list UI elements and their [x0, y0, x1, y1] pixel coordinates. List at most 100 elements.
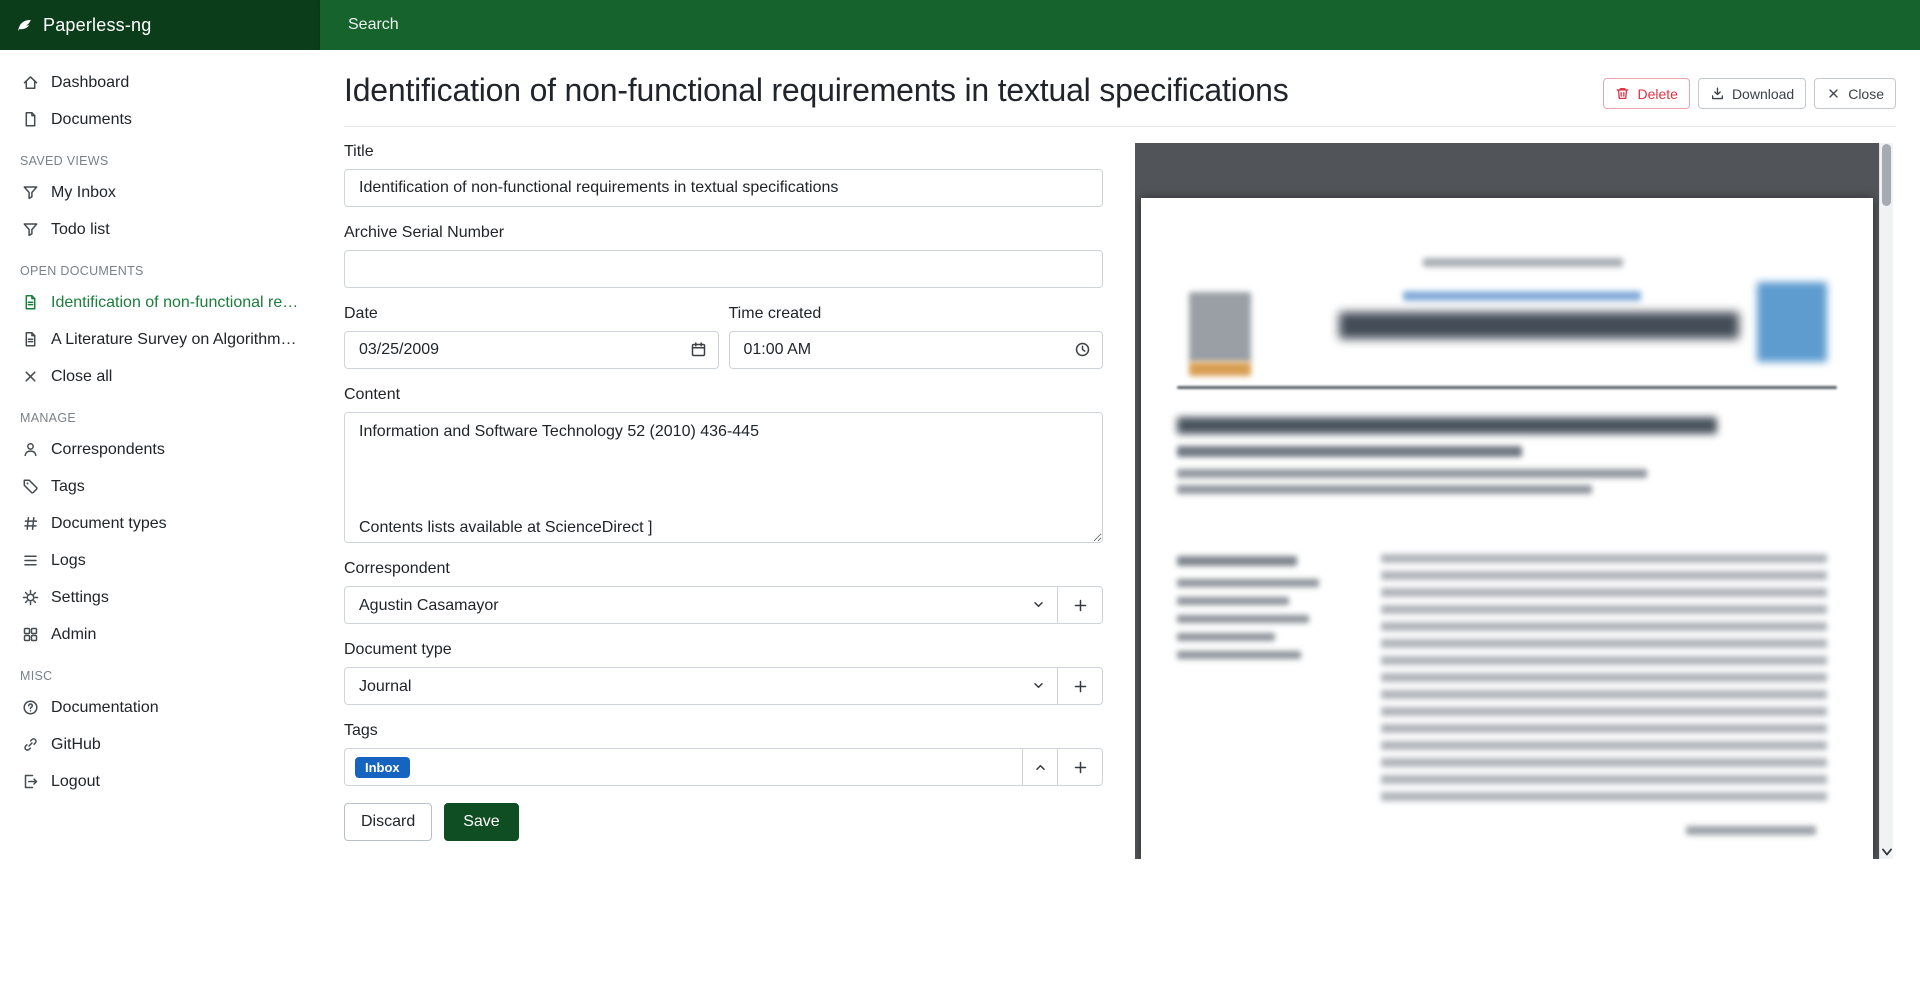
sidebar-item-label: Document types	[51, 512, 167, 535]
sidebar-item-label: Admin	[51, 623, 96, 646]
document-body: Title Archive Serial Number Date	[320, 127, 1920, 865]
sidebar-item-close-all[interactable]: Close all	[0, 358, 320, 395]
tags-collapse-button[interactable]	[1022, 748, 1058, 786]
delete-button[interactable]: Delete	[1603, 78, 1689, 109]
home-icon	[22, 74, 39, 91]
calendar-icon[interactable]	[690, 341, 707, 358]
archive-serial-number-field: Archive Serial Number	[344, 224, 1103, 288]
add-document-type-button[interactable]	[1057, 667, 1103, 705]
add-tag-button[interactable]	[1057, 748, 1103, 786]
chevron-down-icon	[1882, 848, 1892, 856]
blurred-article-info-line	[1177, 579, 1319, 587]
sidebar-item-label: A Literature Survey on Algorithms for Mu…	[51, 328, 304, 351]
download-icon	[1710, 86, 1725, 101]
sidebar-item-todo-list[interactable]: Todo list	[0, 211, 320, 248]
archive-serial-number-input[interactable]	[344, 250, 1103, 288]
time-created-input[interactable]	[729, 331, 1104, 369]
sidebar-item-documentation[interactable]: Documentation	[0, 689, 320, 726]
blurred-journal-masthead	[1339, 312, 1739, 339]
blurred-article-info-line	[1177, 651, 1301, 659]
sidebar-item-label: Todo list	[51, 218, 110, 241]
app-root: Paperless-ng Dashboard Documents SAVED V…	[0, 0, 1920, 981]
sidebar-item-label: Documentation	[51, 696, 159, 719]
sidebar-item-label: Logout	[51, 770, 100, 793]
sidebar-item-logout[interactable]: Logout	[0, 763, 320, 800]
tag-badge-inbox[interactable]: Inbox	[355, 757, 410, 778]
sidebar-item-logs[interactable]: Logs	[0, 542, 320, 579]
preview-scrollbar-thumb[interactable]	[1882, 144, 1891, 206]
document-preview	[1135, 143, 1893, 859]
close-button[interactable]: Close	[1814, 78, 1896, 109]
plus-icon	[1072, 759, 1089, 776]
sidebar-item-label: GitHub	[51, 733, 101, 756]
blurred-article-info-line	[1177, 597, 1289, 605]
sidebar-item-document-types[interactable]: Document types	[0, 505, 320, 542]
preview-scrollbar[interactable]	[1879, 143, 1893, 859]
brand[interactable]: Paperless-ng	[0, 0, 320, 50]
main-content: Identification of non-functional require…	[320, 50, 1920, 981]
sidebar-item-tags[interactable]: Tags	[0, 468, 320, 505]
document-type-label: Document type	[344, 641, 1103, 659]
funnel-icon	[22, 221, 39, 238]
download-button[interactable]: Download	[1698, 78, 1806, 109]
sidebar-section-manage: MANAGE	[0, 411, 320, 425]
sidebar-item-label: Tags	[51, 475, 85, 498]
time-created-field: Time created	[729, 305, 1104, 369]
sidebar-item-github[interactable]: GitHub	[0, 726, 320, 763]
date-label: Date	[344, 305, 719, 323]
plus-icon	[1072, 597, 1089, 614]
sidebar-item-my-inbox[interactable]: My Inbox	[0, 174, 320, 211]
document-edit-form: Title Archive Serial Number Date	[344, 143, 1103, 865]
blurred-article-info-line	[1177, 633, 1275, 641]
pdf-viewer[interactable]	[1135, 143, 1879, 859]
sidebar-item-settings[interactable]: Settings	[0, 579, 320, 616]
document-type-select[interactable]: Journal	[344, 667, 1058, 705]
blurred-paper-title	[1177, 417, 1717, 434]
blurred-publisher-logo-accent	[1189, 362, 1251, 376]
list-icon	[22, 552, 39, 569]
question-circle-icon	[22, 699, 39, 716]
date-time-row: Date Time created	[344, 305, 1103, 386]
title-input[interactable]	[344, 169, 1103, 207]
sidebar-open-document-1[interactable]: Identification of non-functional require…	[0, 284, 320, 321]
top-navbar	[320, 0, 1920, 50]
file-text-icon	[22, 294, 39, 311]
download-button-label: Download	[1732, 86, 1794, 102]
file-text-icon	[22, 331, 39, 348]
sidebar-item-documents[interactable]: Documents	[0, 101, 320, 138]
archive-serial-number-label: Archive Serial Number	[344, 224, 1103, 242]
brand-name: Paperless-ng	[43, 15, 151, 36]
tags-input[interactable]: Inbox	[344, 748, 1023, 786]
sidebar-item-admin[interactable]: Admin	[0, 616, 320, 653]
discard-button[interactable]: Discard	[344, 803, 432, 841]
tags-field: Tags Inbox	[344, 722, 1103, 786]
sidebar-item-correspondents[interactable]: Correspondents	[0, 431, 320, 468]
paperless-logo-icon	[16, 17, 33, 34]
save-button[interactable]: Save	[444, 803, 518, 841]
sidebar: Dashboard Documents SAVED VIEWS My Inbox…	[0, 50, 320, 981]
date-input[interactable]	[344, 331, 719, 369]
page-title: Identification of non-functional require…	[344, 70, 1289, 110]
close-icon	[22, 368, 39, 385]
blurred-rule-line	[1177, 386, 1837, 389]
sidebar-item-label: Dashboard	[51, 71, 129, 94]
sidebar-item-dashboard[interactable]: Dashboard	[0, 64, 320, 101]
logout-icon	[22, 773, 39, 790]
correspondent-select[interactable]: Agustin Casamayor	[344, 586, 1058, 624]
search-input[interactable]	[346, 15, 1216, 35]
sidebar-item-label: Documents	[51, 108, 132, 131]
blurred-article-info-line	[1177, 615, 1309, 623]
clock-icon[interactable]	[1074, 341, 1091, 358]
correspondent-field: Correspondent Agustin Casamayor	[344, 560, 1103, 624]
scroll-down-arrow-icon[interactable]	[1880, 848, 1893, 856]
add-correspondent-button[interactable]	[1057, 586, 1103, 624]
content-textarea[interactable]: Information and Software Technology 52 (…	[344, 412, 1103, 543]
sidebar-item-label: Identification of non-functional require…	[51, 291, 304, 314]
close-button-label: Close	[1848, 86, 1884, 102]
time-created-label: Time created	[729, 305, 1104, 323]
close-icon	[1826, 86, 1841, 101]
document-type-field: Document type Journal	[344, 641, 1103, 705]
sidebar-open-document-2[interactable]: A Literature Survey on Algorithms for Mu…	[0, 321, 320, 358]
sidebar-item-label: Close all	[51, 365, 112, 388]
person-icon	[22, 441, 39, 458]
